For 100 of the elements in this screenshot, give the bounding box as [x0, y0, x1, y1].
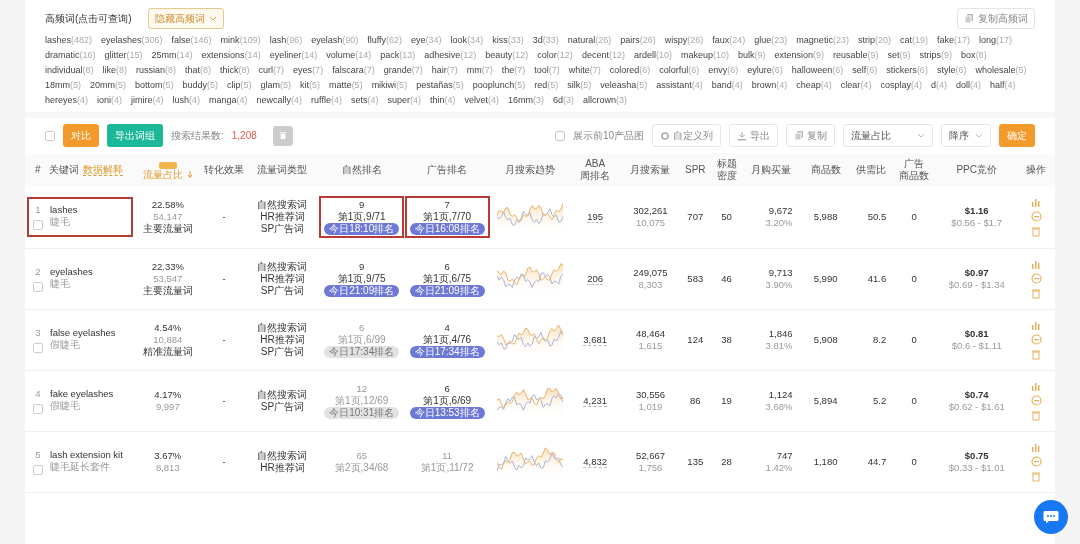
keyword-link[interactable]: sets(4) [350, 93, 379, 108]
keyword-link[interactable]: eyelashes(306) [101, 33, 163, 48]
keyword-link[interactable]: bottom(5) [135, 78, 174, 93]
keyword-link[interactable]: 16mm(3) [508, 93, 545, 108]
keyword-link[interactable]: strips(9) [919, 48, 953, 63]
keyword-link[interactable]: brown(4) [751, 78, 788, 93]
keyword-link[interactable]: that(8) [185, 63, 212, 78]
keyword-link[interactable]: grande(7) [383, 63, 423, 78]
keyword-link[interactable]: adhesive(12) [424, 48, 477, 63]
keyword-link[interactable]: individual(8) [45, 63, 94, 78]
keyword-link[interactable]: pooplunch(5) [472, 78, 526, 93]
keyword-link[interactable]: cheap(4) [796, 78, 832, 93]
keyword-link[interactable]: hair(7) [431, 63, 458, 78]
keyword-link[interactable]: extension(9) [774, 48, 825, 63]
keyword-link[interactable]: mink(109) [220, 33, 261, 48]
keyword-link[interactable]: wispy(26) [664, 33, 704, 48]
keyword-link[interactable]: like(8) [102, 63, 128, 78]
keyword-link[interactable]: white(7) [568, 63, 601, 78]
copy-keywords-button[interactable]: 复制高频词 [957, 8, 1035, 29]
keyword-link[interactable]: cosplay(4) [880, 78, 922, 93]
keyword-link[interactable]: doll(4) [955, 78, 981, 93]
keyword-link[interactable]: thick(8) [220, 63, 250, 78]
keyword-link[interactable]: makeup(10) [680, 48, 729, 63]
keyword-link[interactable]: self(6) [852, 63, 878, 78]
keyword-link[interactable]: faux(24) [712, 33, 746, 48]
keyword-link[interactable]: ardell(10) [633, 48, 672, 63]
copy-button[interactable]: 复制 [786, 124, 835, 147]
keyword-link[interactable]: bulk(9) [738, 48, 766, 63]
keyword-link[interactable]: newcally(4) [256, 93, 303, 108]
keyword-link[interactable]: long(17) [979, 33, 1013, 48]
keyword-link[interactable]: kit(5) [300, 78, 321, 93]
keyword-link[interactable]: ruffle(4) [311, 93, 342, 108]
keyword-link[interactable]: assistant(4) [656, 78, 703, 93]
row-checkbox[interactable] [33, 464, 43, 475]
keyword-link[interactable]: clear(4) [840, 78, 872, 93]
custom-columns-button[interactable]: 自定义列 [652, 124, 721, 147]
delete-button[interactable] [272, 125, 293, 146]
keyword-text[interactable]: fake eyelashes [50, 387, 114, 400]
keyword-link[interactable]: glam(5) [260, 78, 292, 93]
export-button[interactable]: 导出 [729, 124, 778, 147]
keyword-link[interactable]: natural(26) [567, 33, 612, 48]
keyword-link[interactable]: cat(19) [899, 33, 928, 48]
keyword-text[interactable]: lashes [50, 204, 78, 217]
keyword-link[interactable]: 3d(33) [532, 33, 559, 48]
sort-order-select[interactable]: 降序 [941, 124, 991, 147]
keyword-link[interactable]: box(8) [961, 48, 987, 63]
keyword-link[interactable]: extensions(14) [201, 48, 261, 63]
keyword-link[interactable]: decent(12) [581, 48, 625, 63]
keyword-link[interactable]: reusable(9) [833, 48, 879, 63]
keyword-link[interactable]: clip(5) [227, 78, 252, 93]
keyword-link[interactable]: veleasha(5) [600, 78, 648, 93]
keyword-link[interactable]: mikiwi(5) [371, 78, 408, 93]
keyword-link[interactable]: half(4) [989, 78, 1016, 93]
keyword-link[interactable]: buddy(5) [182, 78, 219, 93]
keyword-link[interactable]: thin(4) [430, 93, 456, 108]
keyword-link[interactable]: wholesale(5) [975, 63, 1027, 78]
keyword-link[interactable]: 6d(3) [553, 93, 575, 108]
keyword-link[interactable]: manga(4) [209, 93, 248, 108]
keyword-link[interactable]: color(12) [537, 48, 573, 63]
keyword-link[interactable]: fluffy(62) [367, 33, 403, 48]
keyword-link[interactable]: allcrown(3) [583, 93, 628, 108]
keyword-link[interactable]: false(146) [171, 33, 212, 48]
keyword-text[interactable]: false eyelashes [50, 326, 116, 339]
keyword-link[interactable]: hereyes(4) [45, 93, 89, 108]
keyword-link[interactable]: ioni(4) [97, 93, 123, 108]
keyword-text[interactable]: eyelashes [50, 265, 93, 278]
keyword-link[interactable]: lashes(482) [45, 33, 93, 48]
keyword-link[interactable]: style(6) [936, 63, 967, 78]
keyword-link[interactable]: pestañas(5) [416, 78, 464, 93]
keyword-link[interactable]: band(4) [711, 78, 743, 93]
keyword-link[interactable]: eyeliner(14) [269, 48, 318, 63]
keyword-link[interactable]: silk(5) [567, 78, 592, 93]
keyword-link[interactable]: mm(7) [466, 63, 493, 78]
keyword-link[interactable]: matte(5) [329, 78, 363, 93]
keyword-link[interactable]: kiss(33) [492, 33, 524, 48]
sort-field-select[interactable]: 流量占比 [843, 124, 933, 147]
keyword-link[interactable]: set(9) [887, 48, 911, 63]
keyword-link[interactable]: dramatic(16) [45, 48, 96, 63]
keyword-link[interactable]: beauty(12) [485, 48, 529, 63]
keyword-link[interactable]: eylure(6) [747, 63, 783, 78]
keyword-link[interactable]: d(4) [930, 78, 947, 93]
keyword-link[interactable]: volume(14) [326, 48, 372, 63]
keyword-link[interactable]: velvet(4) [464, 93, 500, 108]
keyword-link[interactable]: 25mm(14) [151, 48, 193, 63]
keyword-link[interactable]: strip(20) [857, 33, 891, 48]
keyword-link[interactable]: look(34) [450, 33, 484, 48]
keyword-link[interactable]: falscara(7) [332, 63, 375, 78]
keyword-link[interactable]: pairs(26) [620, 33, 656, 48]
keyword-link[interactable]: 20mm(5) [90, 78, 127, 93]
row-checkbox[interactable] [33, 281, 43, 292]
keyword-link[interactable]: glitter(15) [104, 48, 143, 63]
keyword-link[interactable]: eye(34) [411, 33, 442, 48]
chat-button[interactable] [1034, 500, 1068, 534]
keyword-link[interactable]: pack(13) [380, 48, 416, 63]
keyword-link[interactable]: envy(6) [708, 63, 739, 78]
keyword-link[interactable]: magnetic(23) [796, 33, 849, 48]
keyword-link[interactable]: colored(6) [609, 63, 651, 78]
keyword-link[interactable]: super(4) [387, 93, 421, 108]
keyword-link[interactable]: glue(23) [754, 33, 788, 48]
keyword-link[interactable]: lash(96) [269, 33, 303, 48]
